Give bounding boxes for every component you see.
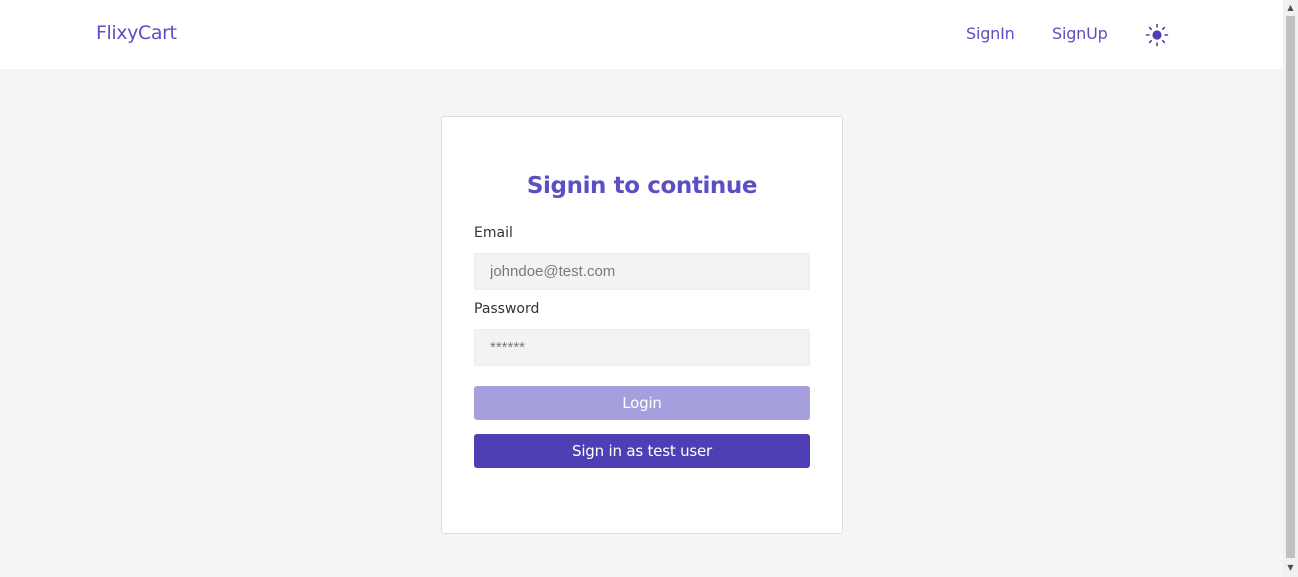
scroll-down-icon[interactable]: ▼ — [1283, 560, 1298, 575]
signin-card: Signin to continue Email Password Login … — [441, 116, 843, 534]
nav-signin-link[interactable]: SignIn — [966, 24, 1015, 43]
theme-toggle-button[interactable] — [1144, 22, 1170, 48]
login-button[interactable]: Login — [474, 386, 810, 420]
scrollbar-thumb[interactable] — [1286, 16, 1295, 558]
sign-in-as-test-user-button[interactable]: Sign in as test user — [474, 434, 810, 468]
vertical-scrollbar[interactable]: ▲ ▼ — [1283, 0, 1298, 577]
nav-signup-link[interactable]: SignUp — [1052, 24, 1108, 43]
scroll-up-icon[interactable]: ▲ — [1283, 0, 1298, 15]
email-label: Email — [474, 225, 513, 241]
brand-logo[interactable]: FlixyCart — [96, 22, 177, 44]
sun-icon — [1144, 22, 1170, 48]
password-field[interactable] — [474, 329, 810, 366]
password-label: Password — [474, 301, 540, 317]
top-navbar: FlixyCart SignIn SignUp — [0, 0, 1283, 69]
page: FlixyCart SignIn SignUp Signin to contin… — [0, 0, 1283, 577]
signin-title: Signin to continue — [526, 173, 758, 199]
email-field[interactable] — [474, 253, 810, 290]
